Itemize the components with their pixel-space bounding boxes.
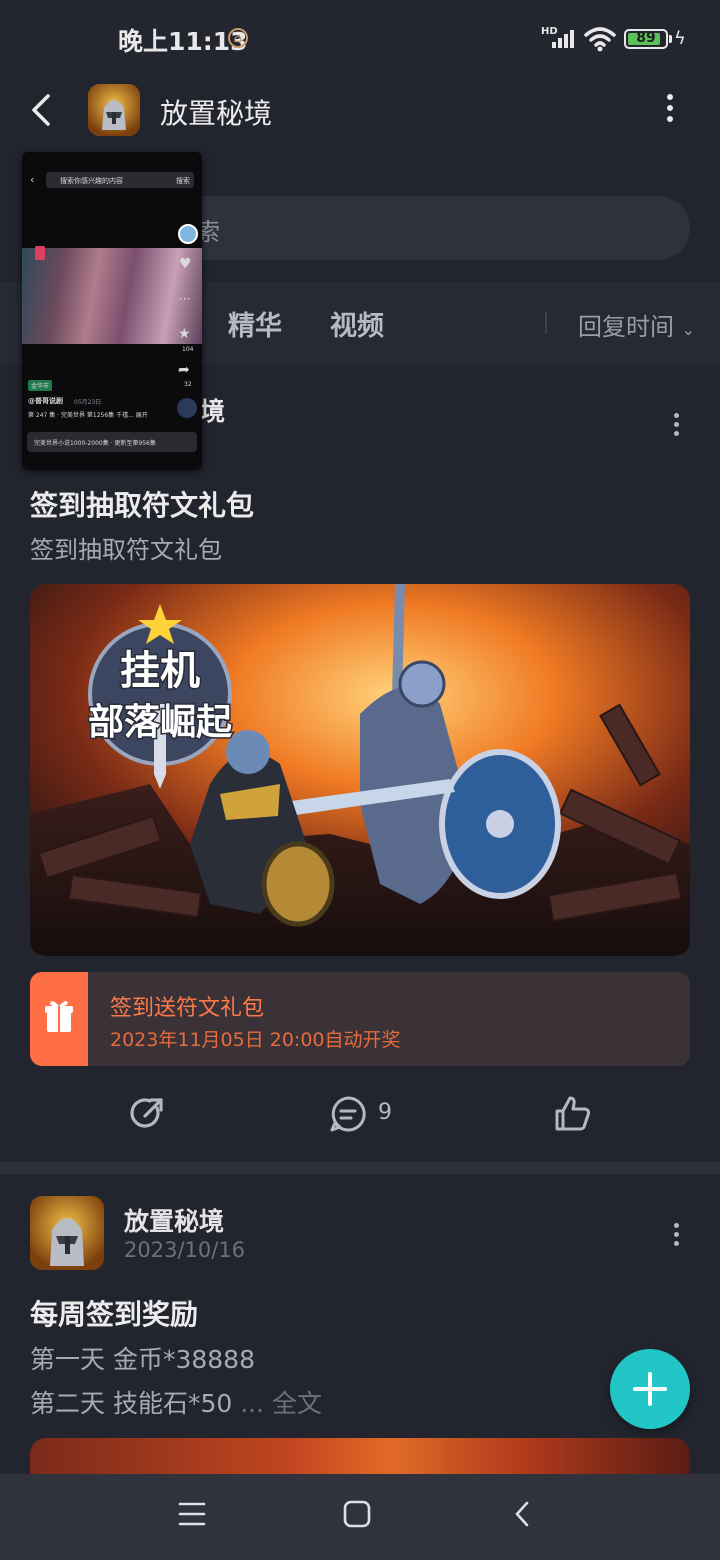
post-title[interactable]: 签到抽取符文礼包 (30, 484, 254, 524)
post-more-icon[interactable] (672, 413, 680, 436)
pip-count-1: 104 (182, 346, 194, 353)
author-avatar[interactable] (30, 1196, 104, 1270)
expand-full-text-link[interactable]: 全文 (272, 1389, 322, 1418)
app-icon[interactable] (88, 84, 140, 136)
tab-video[interactable]: 视频 (330, 304, 384, 343)
sort-label: 回复时间 (578, 313, 674, 341)
pip-video-frame (22, 248, 202, 344)
tab-featured[interactable]: 精华 (228, 304, 282, 343)
post-line-1: 第一天 金币*38888 (30, 1345, 255, 1374)
wifi-icon (584, 27, 616, 52)
banner-title-1: 挂机 (120, 648, 200, 694)
back-arrow-icon[interactable] (24, 92, 60, 128)
nav-back-icon[interactable] (512, 1500, 532, 1528)
post-line-2-row: 第二天 技能石*50 ... 全文 (30, 1384, 322, 1420)
pip-like-icon[interactable]: ♥ (179, 256, 192, 272)
post-author[interactable]: 放置秘境 (124, 1202, 224, 1238)
pip-playlist-text: 完美世界小说1000-2000集 · 更新至第956集 (34, 440, 156, 447)
post-banner-image[interactable] (30, 1438, 690, 1478)
pip-back-icon[interactable]: ‹ (30, 173, 34, 186)
pip-description: 第 247 集 · 完美世界 第1256集 千禧... 展开 (28, 412, 148, 419)
create-post-button[interactable] (610, 1349, 690, 1429)
pip-more-icon[interactable]: ··· (179, 292, 190, 306)
signal-icon (552, 30, 574, 48)
comment-count: 9 (378, 1100, 392, 1125)
pip-share-icon[interactable]: ➦ (178, 362, 190, 378)
page-title: 放置秘境 (160, 97, 273, 130)
chevron-down-icon: ⌄ (681, 320, 696, 339)
more-options-icon[interactable] (660, 94, 680, 128)
post-author[interactable]: 境 (200, 392, 225, 428)
post-title[interactable]: 每周签到奖励 (30, 1293, 198, 1333)
pip-caption: @普哥说剧 (28, 397, 63, 405)
post-more-icon[interactable] (672, 1223, 680, 1246)
sort-dropdown[interactable]: 回复时间 ⌄ (578, 307, 695, 342)
home-icon[interactable] (343, 1500, 371, 1528)
like-icon[interactable] (553, 1094, 593, 1134)
floating-video-window[interactable]: ‹ 搜索你感兴趣的内容 搜索 ♥ ··· ★ 104 ➦ 32 金华市 @普哥说… (22, 152, 202, 470)
comment-icon[interactable] (328, 1094, 368, 1134)
battery-tip (669, 35, 672, 43)
pip-search-button[interactable]: 搜索 (176, 176, 190, 186)
post-date: 2023/10/16 (124, 1238, 246, 1262)
notification-badge-icon: ⌂ (228, 28, 248, 48)
pip-location-badge: 金华市 (28, 380, 53, 391)
battery-level: 89 (636, 30, 656, 46)
post-line-2: 第二天 技能石*50 (30, 1389, 233, 1418)
pip-star-icon[interactable]: ★ (178, 326, 191, 342)
banner-title-2: 部落崛起 (88, 702, 233, 743)
pip-badge-icon (35, 246, 45, 260)
lottery-time: 2023年11月05日 20:00自动开奖 (110, 1029, 401, 1051)
lottery-title: 签到送符文礼包 (110, 996, 265, 1021)
post-divider (0, 1162, 720, 1174)
pip-date: 05月23日 (74, 399, 102, 406)
ellipsis: ... (232, 1389, 272, 1418)
post-banner-image[interactable]: 挂机 部落崛起 (30, 584, 690, 956)
pip-creator-avatar[interactable] (178, 224, 198, 244)
tab-divider (545, 312, 547, 334)
pip-count-2: 32 (184, 381, 192, 388)
pip-music-disc-icon (177, 398, 197, 418)
share-icon[interactable] (127, 1094, 167, 1134)
menu-icon[interactable] (178, 1501, 206, 1527)
gift-icon (30, 972, 88, 1066)
charging-icon: ϟ (674, 28, 686, 49)
pip-search-placeholder: 搜索你感兴趣的内容 (60, 177, 123, 185)
battery-icon: 89 (624, 29, 668, 49)
post-summary: 签到抽取符文礼包 (30, 536, 222, 564)
